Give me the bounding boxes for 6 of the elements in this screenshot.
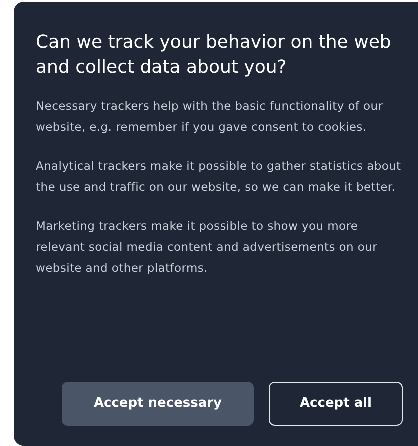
accept-all-button[interactable]: Accept all [269,382,403,426]
dialog-title: Can we track your behavior on the web and collect data about you? [36,31,392,80]
paragraph: Marketing trackers make it possible to show you more relevant social media content and advertisements on our website and other platforms. [36,218,379,277]
paragraph: Necessary trackers help with the basic functionality of our website, e.g. remember if you gave consent to cookies. [36,98,384,136]
paragraph: Analytical trackers make it possible to gather statistics about the use and traffic on our website, so we can make it better. [36,158,402,196]
accept-necessary-button[interactable]: Accept necessary [62,382,254,426]
